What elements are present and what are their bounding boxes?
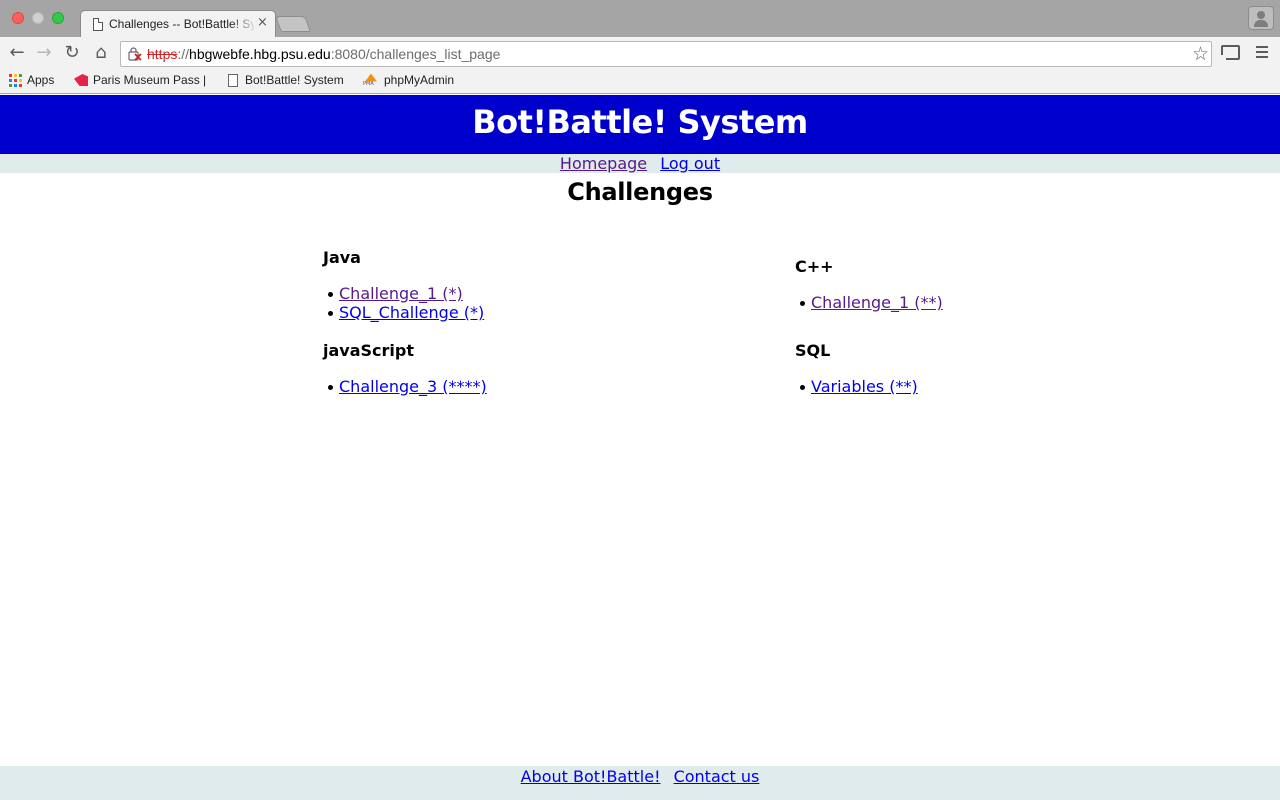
- browser-tab-strip: Challenges -- Bot!Battle! System ×: [0, 0, 1280, 38]
- challenge-link[interactable]: Variables (**): [811, 377, 918, 396]
- section-title: C++: [795, 257, 834, 276]
- challenge-link[interactable]: Challenge_3 (****): [339, 377, 487, 396]
- page-title: Challenges: [567, 178, 713, 206]
- person-icon-body: [1254, 20, 1268, 27]
- reload-icon[interactable]: ↻: [60, 41, 84, 65]
- profile-button[interactable]: [1248, 6, 1274, 30]
- tab-challenges[interactable]: Challenges -- Bot!Battle! System ×: [80, 10, 276, 38]
- url-path: :8080/challenges_list_page: [330, 46, 501, 62]
- section-java: Java Challenge_1 (*) SQL_Challenge (*): [323, 248, 683, 322]
- bookmark-label: Paris Museum Pass |: [93, 73, 207, 87]
- apps-grid-icon: [9, 73, 22, 87]
- challenge-link[interactable]: SQL_Challenge (*): [339, 303, 484, 322]
- list-item: SQL_Challenge (*): [328, 303, 683, 322]
- section-javascript: javaScript Challenge_3 (****): [323, 341, 683, 396]
- document-icon: [228, 73, 238, 87]
- document-icon: [93, 18, 103, 31]
- maximize-window-button[interactable]: [52, 12, 64, 24]
- challenge-list: Variables (**): [795, 377, 1155, 396]
- forward-arrow-icon[interactable]: →: [32, 41, 56, 65]
- cast-icon[interactable]: [1220, 45, 1240, 61]
- section-sql: SQL Variables (**): [795, 341, 1155, 396]
- bookmark-botbattle-system[interactable]: Bot!Battle! System: [228, 73, 344, 87]
- list-item: Challenge_1 (**): [800, 293, 1155, 312]
- challenge-list: Challenge_3 (****): [323, 377, 683, 396]
- contact-link[interactable]: Contact us: [674, 767, 760, 786]
- site-header: Bot!Battle! System: [0, 95, 1280, 154]
- insecure-lock-icon: [128, 47, 142, 61]
- section-title: SQL: [795, 341, 831, 360]
- bookmarks-bar: Apps Paris Museum Pass | Bot!Battle! Sys…: [0, 70, 1280, 94]
- bookmark-label: Apps: [27, 73, 55, 87]
- challenge-list: Challenge_1 (**): [795, 293, 1155, 312]
- site-footer: About Bot!Battle! Contact us: [0, 766, 1280, 800]
- close-window-button[interactable]: [12, 12, 24, 24]
- url-text: https://hbgwebfe.hbg.psu.edu:8080/challe…: [147, 46, 500, 62]
- url-separator: ://: [177, 46, 190, 62]
- bookmark-star-icon[interactable]: ☆: [1192, 43, 1209, 65]
- person-icon: [1257, 11, 1265, 19]
- challenge-link[interactable]: Challenge_1 (*): [339, 284, 463, 303]
- bookmark-apps[interactable]: Apps: [9, 73, 54, 87]
- section-title: Java: [323, 248, 361, 267]
- browser-toolbar: ← → ↻ ⌂ https://hbgwebfe.hbg.psu.edu:808…: [0, 37, 1280, 70]
- challenge-list: Challenge_1 (*) SQL_Challenge (*): [323, 284, 683, 322]
- address-bar[interactable]: https://hbgwebfe.hbg.psu.edu:8080/challe…: [120, 41, 1212, 67]
- bookmark-label: Bot!Battle! System: [245, 73, 344, 87]
- about-link[interactable]: About Bot!Battle!: [521, 767, 661, 786]
- homepage-link[interactable]: Homepage: [560, 154, 647, 173]
- section-cpp: C++ Challenge_1 (**): [795, 257, 1155, 312]
- list-item: Challenge_1 (*): [328, 284, 683, 303]
- challenge-link[interactable]: Challenge_1 (**): [811, 293, 943, 312]
- logout-link[interactable]: Log out: [660, 154, 720, 173]
- minimize-window-button[interactable]: [32, 12, 44, 24]
- menu-icon[interactable]: [1256, 46, 1268, 61]
- url-scheme: https: [147, 46, 178, 62]
- site-nav: Homepage Log out: [0, 154, 1280, 173]
- bookmark-label: phpMyAdmin: [384, 73, 455, 87]
- list-item: Variables (**): [800, 377, 1155, 396]
- bookmark-phpmyadmin[interactable]: phpMyAdmin: [363, 73, 454, 87]
- tab-close-icon[interactable]: ×: [257, 15, 268, 30]
- url-host: hbgwebfe.hbg.psu.edu: [189, 46, 331, 62]
- bookmark-paris-museum-pass[interactable]: Paris Museum Pass |: [74, 73, 206, 87]
- new-tab-button[interactable]: [275, 16, 311, 32]
- paris-museum-icon: [74, 74, 88, 86]
- list-item: Challenge_3 (****): [328, 377, 683, 396]
- tab-title-fade: [231, 15, 257, 33]
- back-arrow-icon[interactable]: ←: [5, 41, 29, 65]
- site-title: Bot!Battle! System: [472, 103, 808, 141]
- section-title: javaScript: [323, 341, 414, 360]
- phpmyadmin-icon: [363, 74, 379, 87]
- home-icon[interactable]: ⌂: [89, 41, 113, 65]
